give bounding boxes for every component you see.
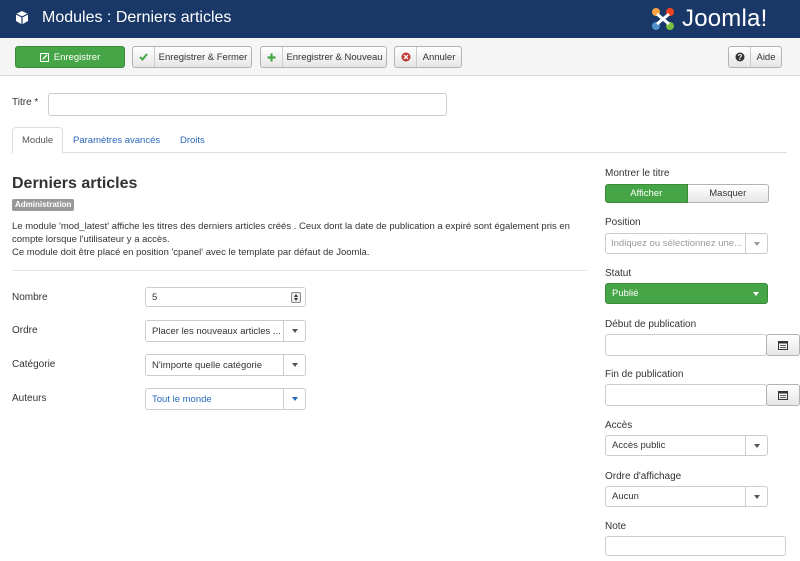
help-label: Aide (756, 51, 776, 63)
description-line: Ce module doit être placé en position 'c… (12, 247, 370, 258)
svg-text:?: ? (737, 53, 742, 62)
publish-down-label: Fin de publication (605, 369, 684, 380)
tab-bar: Module Paramètres avancés Droits (12, 127, 787, 154)
cancel-label: Annuler (422, 51, 456, 63)
cancel-icon (395, 47, 417, 67)
cube-icon (15, 11, 29, 25)
status-label: Statut (605, 268, 632, 279)
page-title: Modules : Derniers articles (42, 9, 232, 26)
header-bar: Modules : Derniers articles Joomla! (0, 0, 800, 38)
help-button[interactable]: ? Aide (728, 46, 782, 68)
nombre-input[interactable]: 5 (145, 287, 306, 307)
tab-advanced-settings[interactable]: Paramètres avancés (64, 127, 169, 153)
question-icon: ? (729, 47, 751, 67)
save-close-button[interactable]: Enregistrer & Fermer (132, 46, 252, 68)
tab-permissions[interactable]: Droits (171, 127, 214, 153)
nombre-label: Nombre (12, 292, 48, 303)
ordre-value: Placer les nouveaux articles ... (152, 325, 281, 337)
chevron-down-icon (745, 284, 767, 303)
toolbar: Enregistrer Enregistrer & Fermer Enregis… (0, 38, 800, 76)
ordering-value: Aucun (612, 491, 639, 502)
ordre-label: Ordre (12, 325, 38, 336)
categorie-select[interactable]: N'importe quelle catégorie (145, 354, 306, 376)
tab-module[interactable]: Module (12, 127, 64, 154)
ordering-label: Ordre d'affichage (605, 471, 682, 482)
divider (12, 270, 587, 271)
publish-up-calendar-button[interactable] (766, 334, 800, 356)
title-label: Titre * (12, 97, 39, 108)
chevron-down-icon (745, 487, 767, 506)
title-input[interactable] (48, 93, 447, 116)
calendar-icon (778, 340, 788, 350)
check-icon (133, 47, 155, 67)
access-value: Accès public (612, 440, 666, 451)
status-value: Publié (612, 288, 639, 299)
module-title: Derniers articles (12, 175, 138, 192)
publish-up-input[interactable] (605, 334, 767, 356)
note-input[interactable] (605, 536, 786, 556)
save-label: Enregistrer (53, 51, 101, 63)
auteurs-select[interactable]: Tout le monde (145, 388, 306, 410)
chevron-down-icon (283, 321, 305, 341)
save-close-label: Enregistrer & Fermer (158, 51, 248, 63)
module-description: Le module 'mod_latest' affiche les titre… (12, 220, 592, 259)
categorie-value: N'importe quelle catégorie (152, 359, 263, 371)
description-line: compte lorsque l'utilisateur y a accès. (12, 234, 170, 245)
description-line: Le module 'mod_latest' affiche les titre… (12, 221, 570, 232)
position-placeholder: Indiquez ou sélectionnez une... (611, 238, 742, 249)
calendar-icon (778, 390, 788, 400)
show-title-off-button[interactable]: Masquer (687, 184, 769, 203)
access-label: Accès (605, 420, 633, 431)
categorie-label: Catégorie (12, 359, 56, 370)
admin-badge: Administration (12, 199, 75, 211)
auteurs-value: Tout le monde (152, 393, 212, 405)
auteurs-label: Auteurs (12, 393, 47, 404)
edit-icon (39, 52, 49, 62)
show-title-label: Montrer le titre (605, 168, 670, 179)
joomla-logo-text: Joomla! (682, 5, 768, 32)
joomla-logo-icon (652, 8, 674, 30)
publish-down-input[interactable] (605, 384, 767, 406)
spinner-icon[interactable] (291, 292, 301, 303)
position-label: Position (605, 217, 641, 228)
chevron-down-icon (283, 355, 305, 375)
chevron-down-icon (745, 234, 767, 253)
show-title-toggle: Afficher Masquer (605, 184, 769, 203)
note-label: Note (605, 521, 627, 532)
ordering-select[interactable]: Aucun (605, 486, 768, 507)
save-button[interactable]: Enregistrer (15, 46, 125, 68)
cancel-button[interactable]: Annuler (394, 46, 462, 68)
show-title-on-button[interactable]: Afficher (605, 184, 688, 203)
access-select[interactable]: Accès public (605, 435, 768, 456)
ordre-select[interactable]: Placer les nouveaux articles ... (145, 320, 306, 342)
chevron-down-icon (745, 436, 767, 455)
chevron-down-icon (283, 389, 305, 409)
plus-icon (261, 47, 283, 67)
save-new-button[interactable]: Enregistrer & Nouveau (260, 46, 387, 68)
publish-up-label: Début de publication (605, 319, 697, 330)
nombre-value: 5 (152, 291, 158, 303)
status-select[interactable]: Publié (605, 283, 768, 304)
publish-down-calendar-button[interactable] (766, 384, 800, 406)
position-select[interactable]: Indiquez ou sélectionnez une... (605, 233, 768, 254)
save-new-label: Enregistrer & Nouveau (286, 51, 383, 63)
